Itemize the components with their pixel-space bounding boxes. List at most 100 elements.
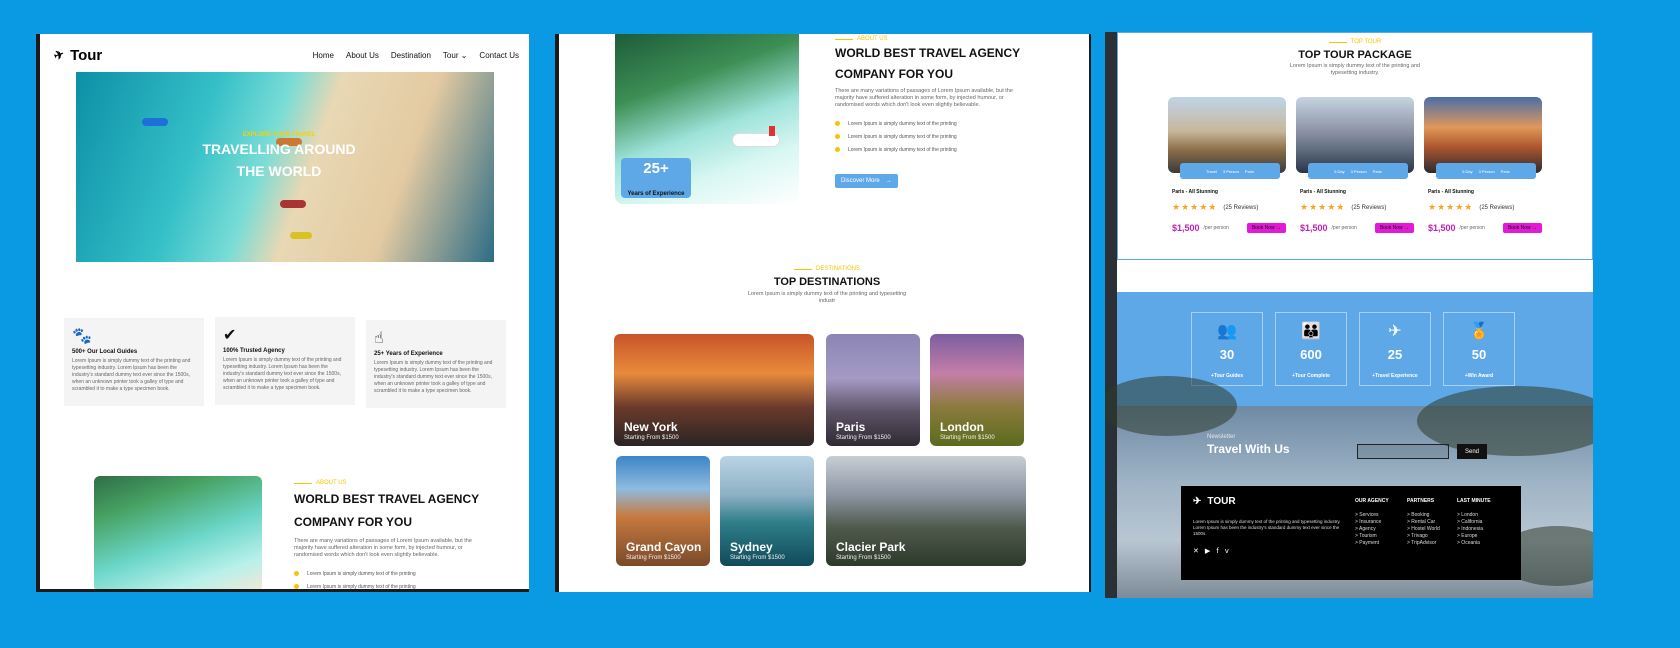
- list-item: Lorem Ipsum is simply dummy text of the …: [294, 580, 484, 590]
- packages-title: TOP TOUR PACKAGE: [1298, 49, 1412, 61]
- footer-link[interactable]: > Agency: [1355, 526, 1389, 533]
- footer-column-agency: OUR AGENCY > Services > Insurance > Agen…: [1355, 498, 1389, 547]
- meta-duration: 5 Day: [1334, 168, 1345, 174]
- social-links: ✕ ▶ f v: [1193, 547, 1509, 555]
- boat-image: [280, 200, 306, 208]
- package-image: [1168, 97, 1286, 173]
- rating: ★★★★★ (25 Reviews): [1424, 203, 1542, 213]
- package-card[interactable]: 5 Day 3 Person Paris Paris - All Stunnin…: [1424, 97, 1542, 247]
- brand-logo[interactable]: ✈ Tour: [52, 47, 102, 64]
- footer-link[interactable]: > London: [1457, 512, 1491, 519]
- footer-link[interactable]: > California: [1457, 519, 1491, 526]
- destination-price: Starting From $1500: [940, 435, 995, 441]
- award-icon: 🏅: [1469, 321, 1489, 340]
- book-now-button[interactable]: Book Now →: [1374, 223, 1414, 233]
- book-now-label: Book Now: [1251, 225, 1275, 231]
- about-title-line2: COMPANY FOR YOU: [294, 515, 413, 529]
- seaplane-image: [733, 126, 779, 146]
- footer-link[interactable]: > Insurance: [1355, 519, 1389, 526]
- book-now-button[interactable]: Book Now →: [1502, 223, 1542, 233]
- destination-tile-glacier-park[interactable]: Clacier Park Starting From $1500: [826, 456, 1026, 566]
- footer-description: Lorem Ipsum is simply dummy text of the …: [1193, 519, 1341, 536]
- footer-link[interactable]: > TripAdvisor: [1407, 540, 1440, 547]
- experience-value: 25+: [643, 160, 669, 177]
- footer: Newsletter Travel With Us Send ✈ TOUR Lo…: [1105, 376, 1593, 598]
- page-preview-packages: TOP TOUR TOP TOUR PACKAGE Lorem Ipsum is…: [1105, 32, 1593, 598]
- hero-title-line1: TRAVELLING AROUND: [202, 141, 356, 157]
- stat-label: +Tour Complete: [1292, 373, 1330, 379]
- feature-text: Lorem Ipsum is simply dummy text of the …: [374, 360, 493, 394]
- meta-duration: Travel: [1205, 168, 1217, 174]
- footer-link[interactable]: > Oceania: [1457, 540, 1491, 547]
- vimeo-icon[interactable]: v: [1225, 547, 1229, 555]
- about-title-line1: WORLD BEST TRAVEL AGENCY: [835, 46, 1021, 60]
- footer-link[interactable]: > Europe: [1457, 533, 1491, 540]
- destination-tile-sydney[interactable]: Sydney Starting From $1500: [720, 456, 814, 566]
- stat-value: 30: [1219, 347, 1235, 362]
- footer-column-last-minute: LAST MINUTE > London > California > Indo…: [1457, 498, 1491, 547]
- destination-tile-paris[interactable]: Paris Starting From $1500: [826, 334, 920, 446]
- footer-link[interactable]: > Tourism: [1355, 533, 1389, 540]
- youtube-icon[interactable]: ▶: [1205, 547, 1210, 555]
- list-item: Lorem Ipsum is simply dummy text of the …: [294, 567, 484, 580]
- nav-tour-label: Tour: [442, 50, 459, 60]
- nav-tour[interactable]: Tour ⌄: [443, 51, 468, 60]
- package-card[interactable]: 5 Day 3 Person Paris Paris - All Stunnin…: [1296, 97, 1414, 247]
- price-row: $1,500 /per person Book Now →: [1424, 223, 1542, 233]
- stat-value: 25: [1387, 347, 1403, 362]
- footer-link[interactable]: > Services: [1355, 512, 1389, 519]
- email-input[interactable]: [1357, 444, 1449, 459]
- feature-text: Lorem Ipsum is simply dummy text of the …: [72, 358, 191, 392]
- destination-tile-new-york[interactable]: New York Starting From $1500: [614, 334, 814, 446]
- footer-link[interactable]: > Rental Car: [1407, 519, 1440, 526]
- about-text: There are many variations of passages of…: [835, 88, 1013, 108]
- nav-destination[interactable]: Destination: [391, 51, 431, 60]
- boat-image: [142, 118, 168, 126]
- book-now-button[interactable]: Book Now →: [1246, 223, 1286, 233]
- hand-plane-icon: ✈: [1388, 321, 1402, 340]
- discover-more-button[interactable]: Discover More →: [835, 174, 898, 188]
- footer-link[interactable]: > Trivago: [1407, 533, 1440, 540]
- package-meta: 5 Day 3 Person Paris: [1436, 163, 1536, 179]
- nav-contact[interactable]: Contact Us: [479, 51, 519, 60]
- destination-name: Grand Cayon: [626, 540, 702, 554]
- destination-price: Starting From $1500: [626, 555, 681, 561]
- arrow-right-icon: →: [885, 178, 892, 184]
- stat-card: 👥 30 +Tour Guides: [1191, 312, 1263, 386]
- nav-about[interactable]: About Us: [346, 51, 379, 60]
- about-bullets: Lorem Ipsum is simply dummy text of the …: [835, 117, 1035, 156]
- destination-price: Starting From $1500: [836, 435, 891, 441]
- palm-tree-image: [1105, 376, 1237, 436]
- x-icon[interactable]: ✕: [1193, 547, 1199, 555]
- users-icon: 👥: [1217, 321, 1237, 340]
- destinations-title: TOP DESTINATIONS: [773, 276, 881, 288]
- destination-tile-london[interactable]: London Starting From $1500: [930, 334, 1024, 446]
- send-button[interactable]: Send: [1457, 444, 1487, 459]
- stat-label: +Win Award: [1464, 373, 1494, 379]
- package-card[interactable]: Travel 3 Person Paris Paris - All Stunni…: [1168, 97, 1286, 247]
- footer-link[interactable]: > Payment: [1355, 540, 1389, 547]
- destination-name: New York: [624, 420, 678, 434]
- packages-subtitle: Lorem Ipsum is simply dummy text of the …: [1289, 63, 1421, 76]
- facebook-icon[interactable]: f: [1216, 547, 1218, 555]
- list-item: Lorem Ipsum is simply dummy text of the …: [835, 117, 1035, 130]
- list-item: Lorem Ipsum is simply dummy text of the …: [835, 143, 1035, 156]
- packages-header: TOP TOUR TOP TOUR PACKAGE Lorem Ipsum is…: [1118, 33, 1592, 77]
- hand-heart-icon: ☝: [374, 328, 384, 347]
- footer-box: ✈ TOUR Lorem Ipsum is simply dummy text …: [1181, 486, 1521, 580]
- section-divider: [1117, 260, 1593, 292]
- destinations-eyebrow: DESTINATIONS: [699, 266, 955, 272]
- rating: ★★★★★ (25 Reviews): [1296, 203, 1414, 213]
- package-meta: Travel 3 Person Paris: [1180, 163, 1280, 179]
- top-nav: ✈ Tour Home About Us Destination Tour ⌄ …: [52, 47, 519, 64]
- nav-home[interactable]: Home: [313, 51, 334, 60]
- paw-icon: 🐾: [72, 326, 92, 345]
- destination-tile-grand-canyon[interactable]: Grand Cayon Starting From $1500: [616, 456, 710, 566]
- chevron-down-icon: ⌄: [460, 50, 468, 60]
- about-image: 25+ Years of Experience: [615, 34, 799, 204]
- footer-link[interactable]: > Booking: [1407, 512, 1440, 519]
- footer-column-title: PARTNERS: [1407, 498, 1435, 504]
- package-price: $1,500: [1300, 223, 1328, 233]
- footer-link[interactable]: > Indonesia: [1457, 526, 1491, 533]
- footer-link[interactable]: > Hostel World: [1407, 526, 1440, 533]
